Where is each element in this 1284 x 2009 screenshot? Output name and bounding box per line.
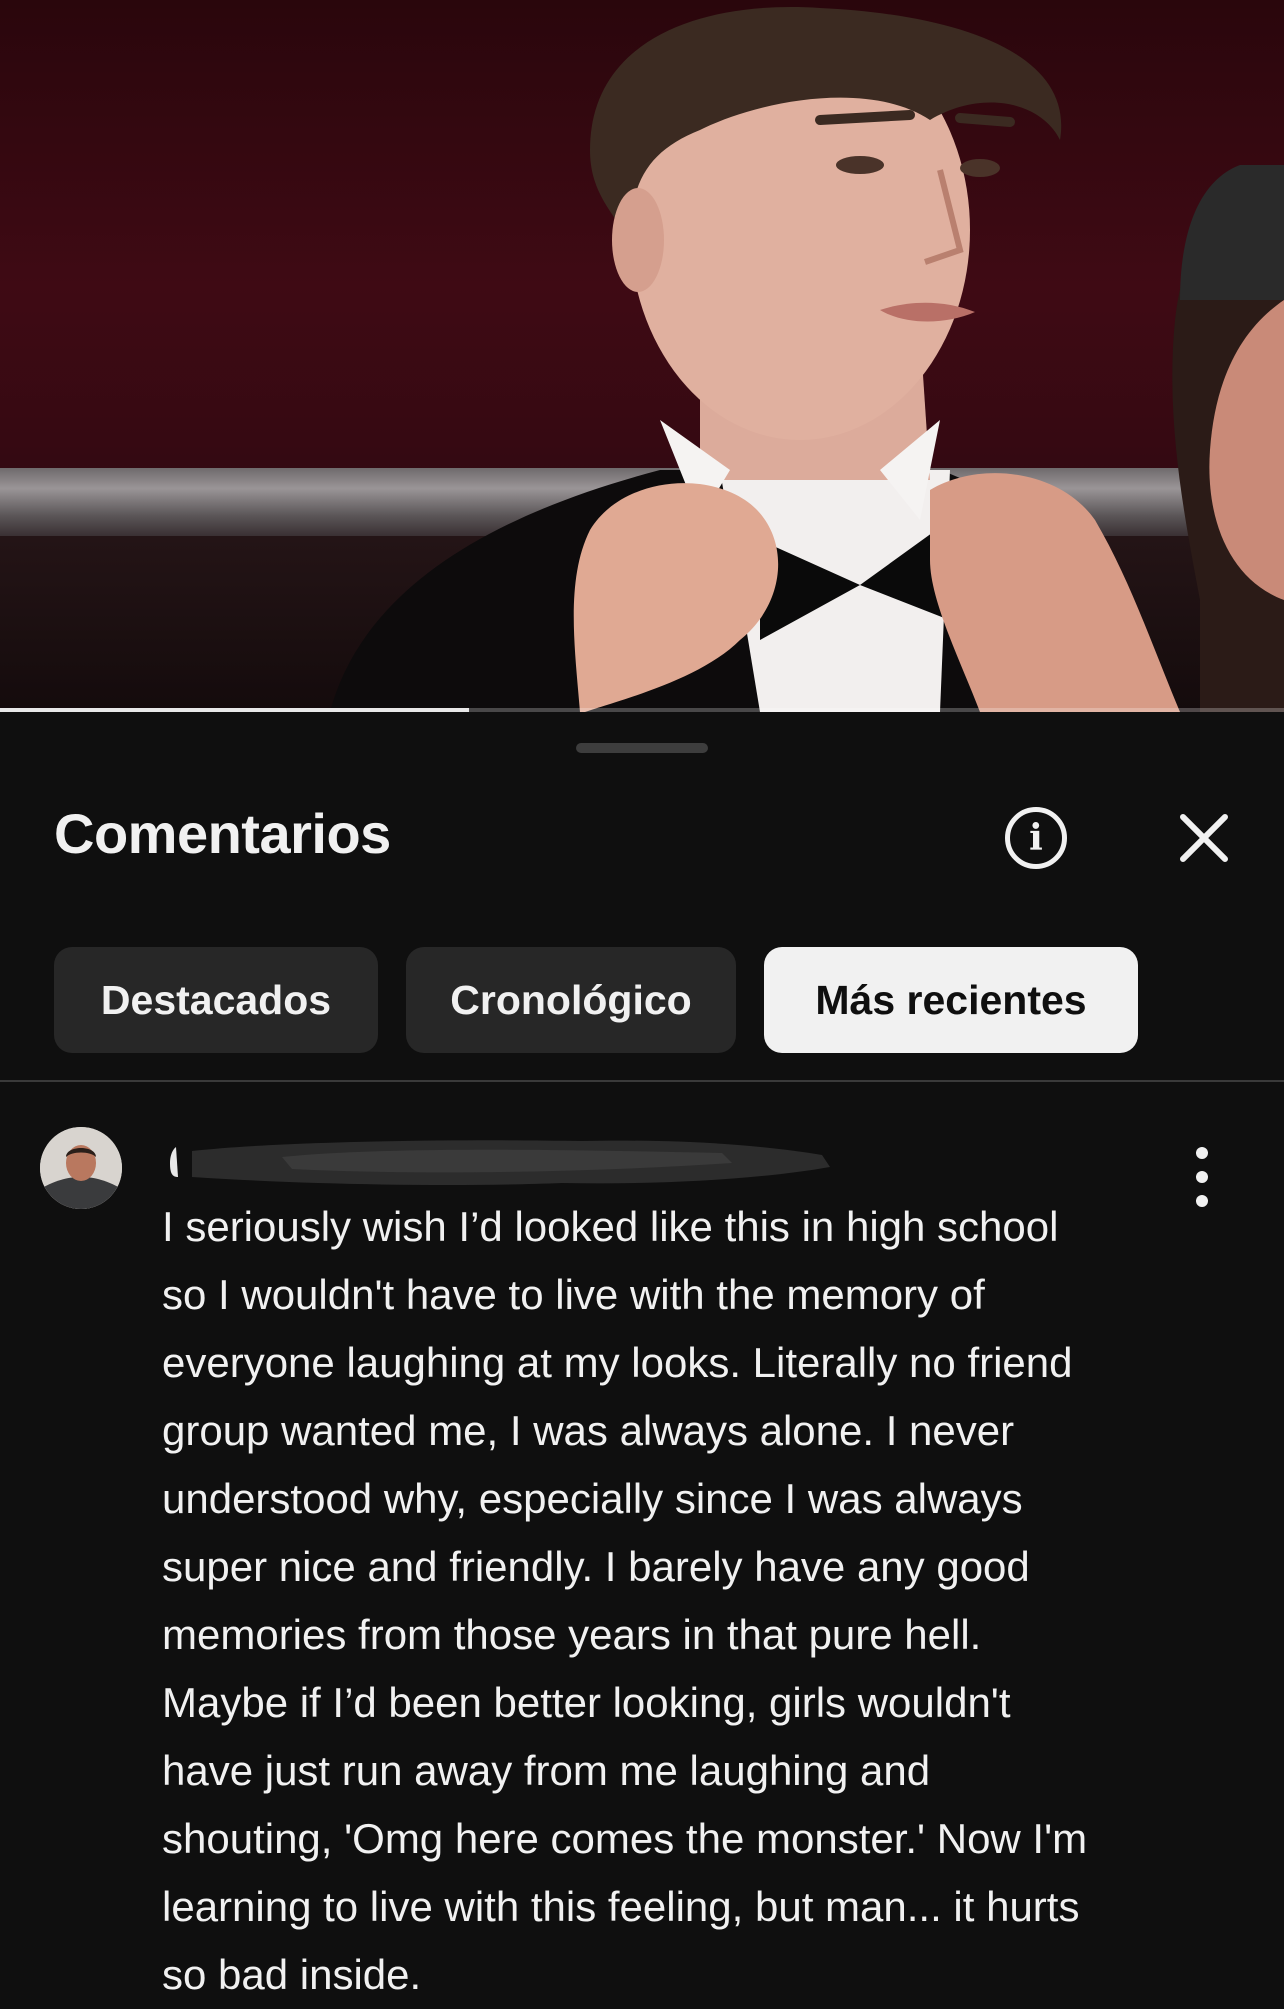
comment-line: understood why, especially since I was a…: [162, 1475, 1023, 1522]
chip-destacados[interactable]: Destacados: [54, 947, 378, 1053]
comment-line: I seriously wish I’d looked like this in…: [162, 1203, 1059, 1250]
video-progress-bar[interactable]: [0, 708, 1284, 712]
comment-line: shouting, 'Omg here comes the monster.' …: [162, 1815, 1088, 1862]
comment-line: memories from those years in that pure h…: [162, 1611, 982, 1658]
info-icon[interactable]: i: [1005, 807, 1067, 869]
comment-text: I seriously wish I’d looked like this in…: [162, 1193, 1222, 2009]
video-progress-fill: [0, 708, 469, 712]
video-player[interactable]: [0, 0, 1284, 712]
comment-line: so I wouldn't have to live with the memo…: [162, 1271, 985, 1318]
comments-sheet: Comentarios i Destacados Cronológico Más…: [0, 713, 1284, 2005]
comment-line: so bad inside.: [162, 1951, 422, 1998]
comment-filter-chips: Destacados Cronológico Más recientes: [54, 947, 1138, 1053]
video-frame-illustration: [330, 7, 1284, 712]
comment-line: group wanted me, I was always alone. I n…: [162, 1407, 1015, 1454]
avatar-image: [40, 1127, 122, 1209]
chip-cronologico[interactable]: Cronológico: [406, 947, 736, 1053]
comment-line: super nice and friendly. I barely have a…: [162, 1543, 1030, 1590]
chip-mas-recientes[interactable]: Más recientes: [764, 947, 1138, 1053]
comment-line: learning to live with this feeling, but …: [162, 1883, 1080, 1930]
comment-line: have just run away from me laughing and: [162, 1747, 931, 1794]
username-redacted: [170, 1140, 830, 1185]
avatar[interactable]: [40, 1127, 122, 1209]
comment-line: everyone laughing at my looks. Literally…: [162, 1339, 1073, 1386]
drag-handle[interactable]: [576, 743, 708, 753]
comments-title: Comentarios: [54, 802, 391, 865]
divider: [0, 1080, 1284, 1082]
comment-line: Maybe if I’d been better looking, girls …: [162, 1679, 1011, 1726]
close-icon[interactable]: [1175, 809, 1233, 867]
